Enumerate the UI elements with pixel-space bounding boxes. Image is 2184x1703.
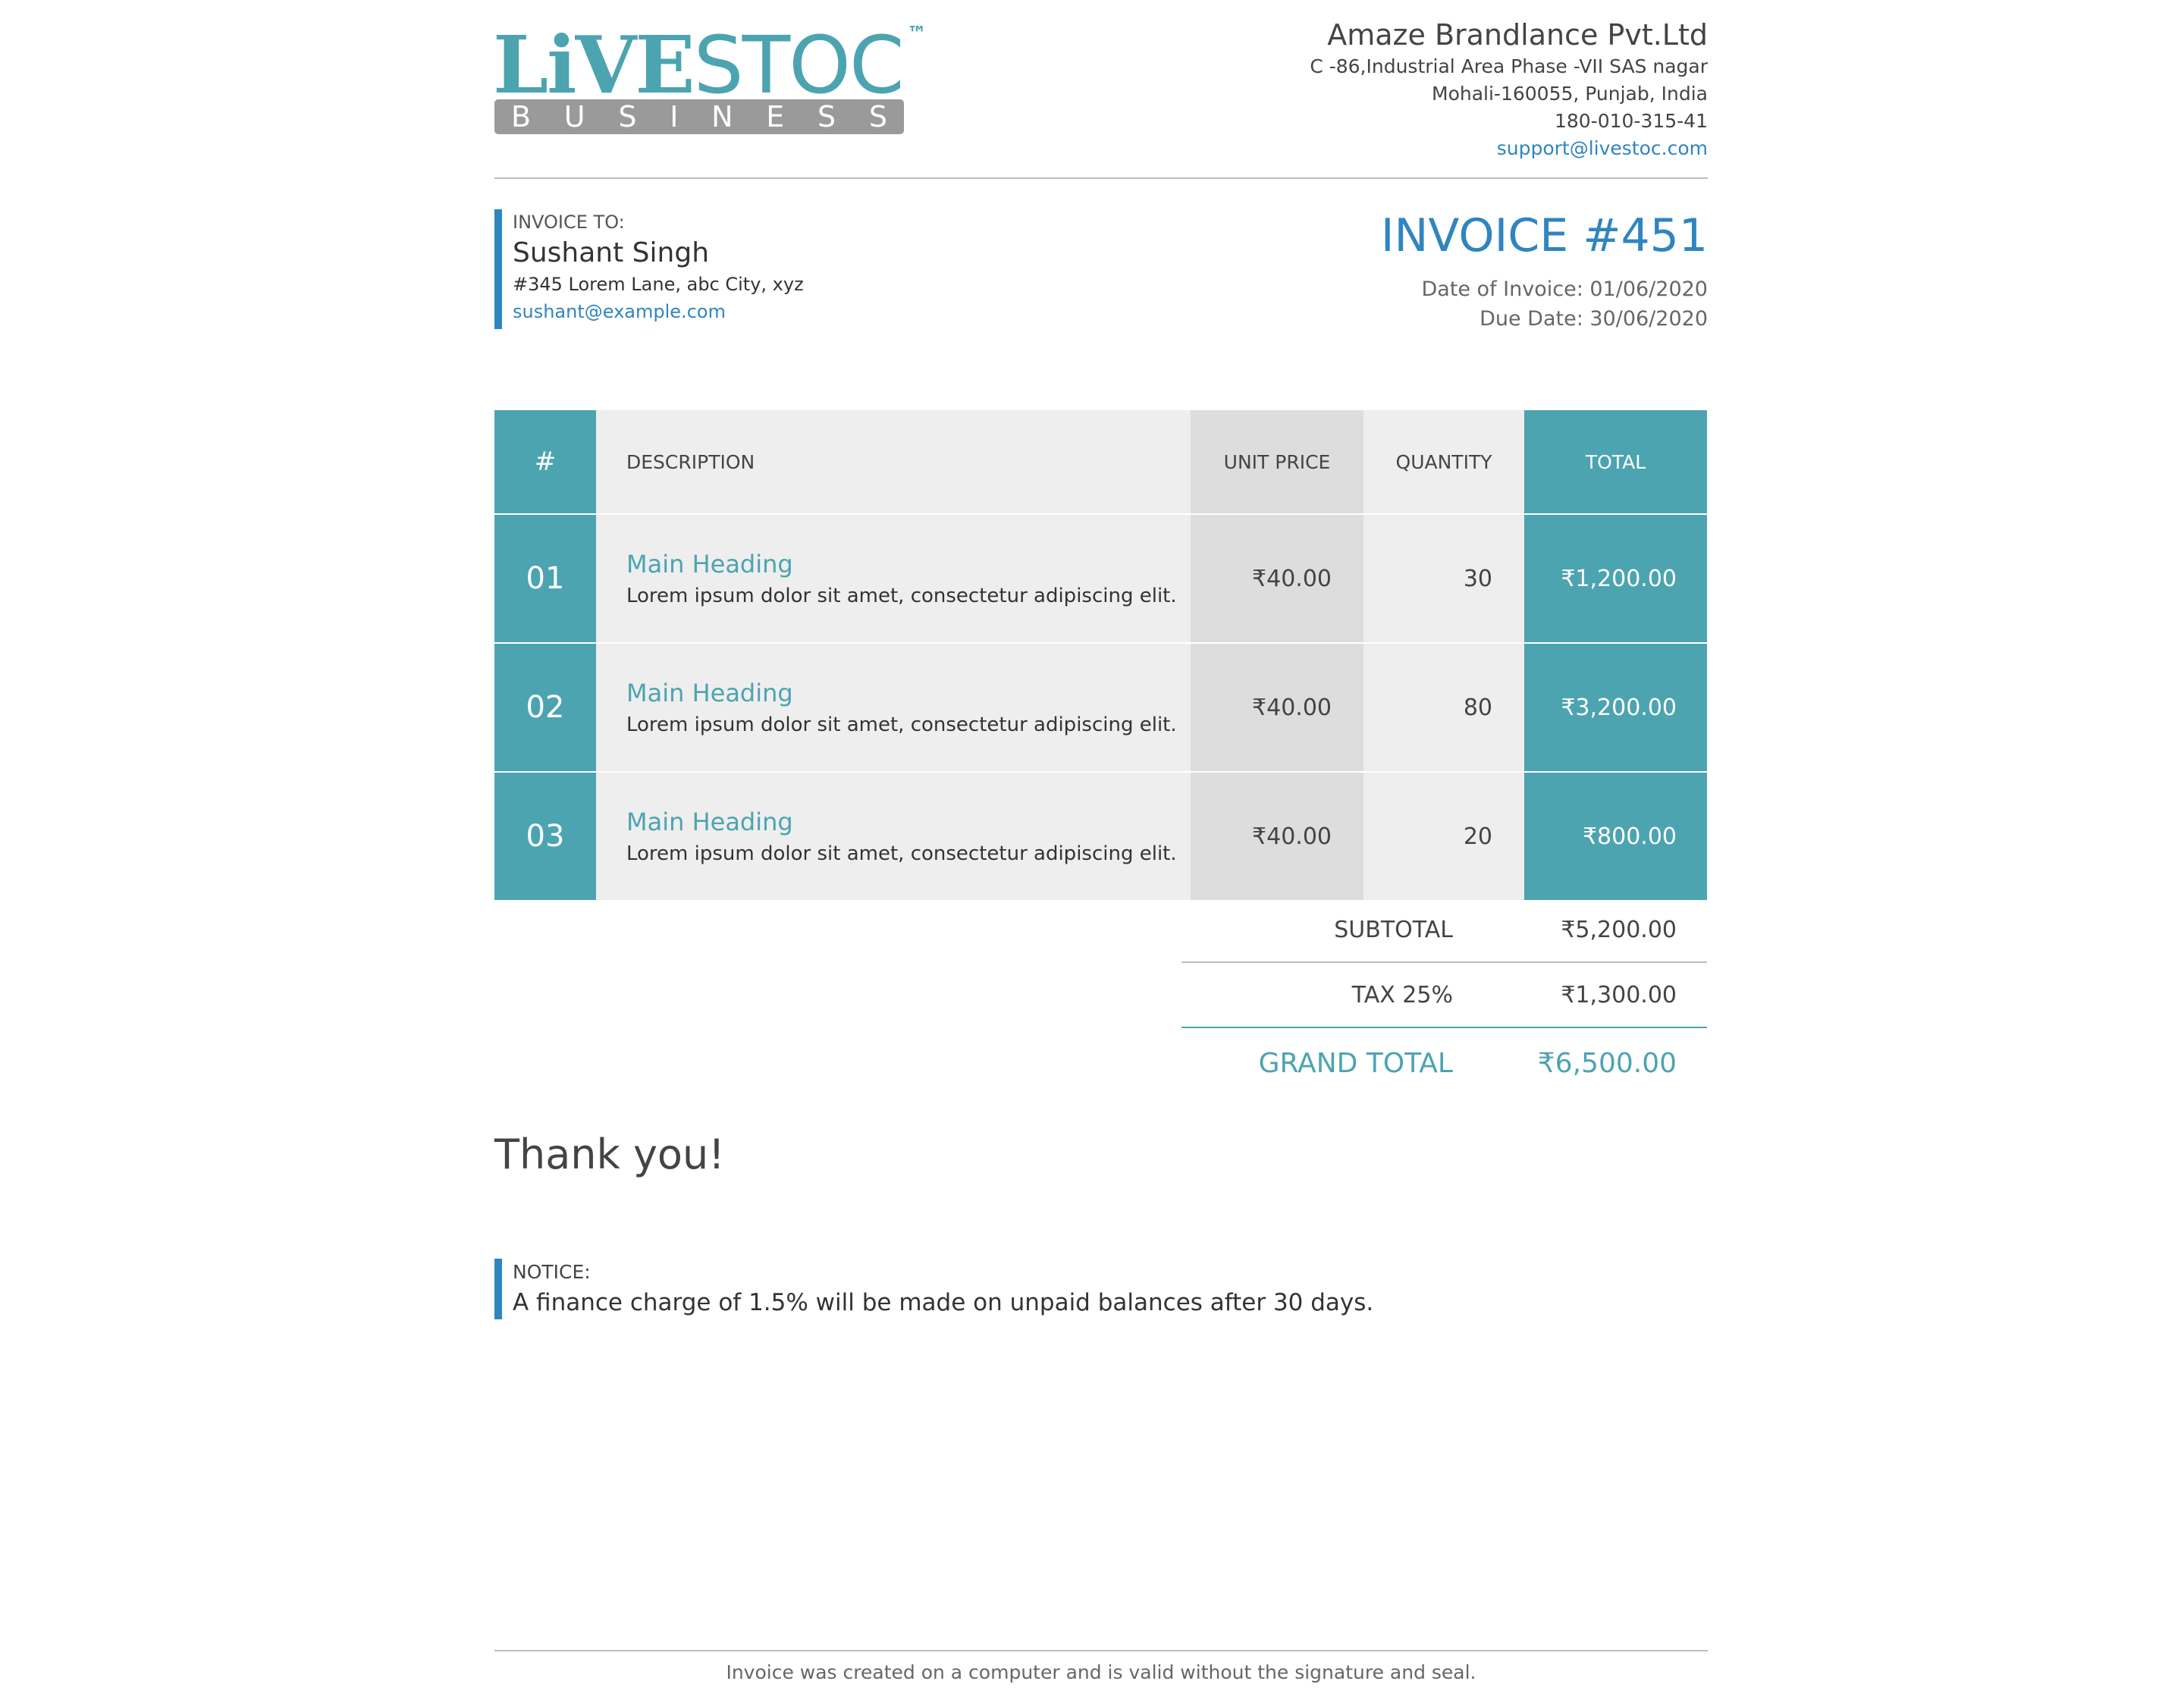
item-text: Lorem ipsum dolor sit amet, consectetur …	[626, 842, 1177, 865]
logo-letter: S	[618, 100, 637, 133]
logo-letter: U	[563, 100, 585, 133]
item-unit-price: ₹40.00	[1191, 515, 1363, 642]
logo-letter: E	[766, 100, 785, 133]
client-address: #345 Lorem Lane, abc City, xyz	[513, 274, 804, 295]
item-unit-price: ₹40.00	[1191, 644, 1363, 771]
thank-you-message: Thank you!	[494, 1131, 725, 1178]
due-date: Due Date: 30/06/2020	[1480, 307, 1708, 331]
logo-letter: B	[511, 100, 532, 133]
client-email-link[interactable]: sushant@example.com	[513, 297, 804, 326]
header-description: DESCRIPTION	[596, 410, 1191, 513]
invoice-dates: Date of Invoice: 01/06/2020 Due Date: 30…	[1421, 274, 1708, 334]
tax-row: TAX 25% ₹1,300.00	[1181, 963, 1707, 1028]
item-heading: Main Heading	[626, 808, 793, 836]
logo-letter: N	[711, 100, 733, 133]
subtotal-row: SUBTOTAL ₹5,200.00	[1181, 898, 1707, 963]
subtotal-value: ₹5,200.00	[1561, 916, 1677, 943]
bill-to-accent	[494, 209, 502, 329]
svg-text:LiVESTOC: LiVESTOC	[493, 20, 903, 103]
item-unit-price: ₹40.00	[1191, 773, 1363, 900]
client-name: Sushant Singh	[513, 237, 710, 268]
table-header-row: # DESCRIPTION UNIT PRICE QUANTITY TOTAL	[494, 410, 1707, 513]
logo-word-part2: STOC	[694, 20, 903, 103]
notice-label: NOTICE:	[513, 1261, 591, 1283]
bill-to-block: INVOICE TO: Sushant Singh #345 Lorem Lan…	[513, 209, 804, 326]
invoice-date: Date of Invoice: 01/06/2020	[1421, 278, 1708, 301]
footer-note: Invoice was created on a computer and is…	[726, 1661, 1476, 1683]
notice-accent	[494, 1259, 502, 1319]
invoice-title: INVOICE #451	[1380, 209, 1708, 262]
item-text: Lorem ipsum dolor sit amet, consectetur …	[626, 585, 1177, 607]
grand-total-row: GRAND TOTAL ₹6,500.00	[1181, 1028, 1707, 1098]
company-address-line2: Mohali-160055, Punjab, India	[1432, 83, 1708, 105]
table-row: 01 Main Heading Lorem ipsum dolor sit am…	[494, 513, 1707, 642]
item-number: 02	[494, 644, 596, 771]
item-heading: Main Heading	[626, 550, 793, 579]
tax-value: ₹1,300.00	[1561, 981, 1677, 1008]
header-unit-price: UNIT PRICE	[1191, 410, 1363, 513]
company-info: Amaze Brandlance Pvt.Ltd C -86,Industria…	[1310, 17, 1708, 162]
item-quantity: 80	[1363, 644, 1524, 771]
item-quantity: 20	[1363, 773, 1524, 900]
grand-total-label: GRAND TOTAL	[1258, 1047, 1453, 1079]
trademark-symbol: ™	[907, 23, 927, 45]
item-description: Main Heading Lorem ipsum dolor sit amet,…	[596, 773, 1191, 900]
item-description: Main Heading Lorem ipsum dolor sit amet,…	[596, 644, 1191, 771]
totals-block: SUBTOTAL ₹5,200.00 TAX 25% ₹1,300.00 GRA…	[1181, 898, 1707, 1098]
item-total: ₹3,200.00	[1524, 644, 1707, 771]
logo-letter: S	[817, 100, 836, 133]
company-name: Amaze Brandlance Pvt.Ltd	[1327, 18, 1708, 52]
table-row: 02 Main Heading Lorem ipsum dolor sit am…	[494, 642, 1707, 771]
item-quantity: 30	[1363, 515, 1524, 642]
item-description: Main Heading Lorem ipsum dolor sit amet,…	[596, 515, 1191, 642]
company-phone: 180-010-315-41	[1554, 110, 1708, 132]
item-total: ₹1,200.00	[1524, 515, 1707, 642]
grand-total-value: ₹6,500.00	[1537, 1047, 1677, 1079]
notice-block: NOTICE: A finance charge of 1.5% will be…	[513, 1259, 1373, 1319]
header-total: TOTAL	[1524, 410, 1707, 513]
header-divider	[494, 177, 1708, 179]
header-quantity: QUANTITY	[1363, 410, 1524, 513]
item-total: ₹800.00	[1524, 773, 1707, 900]
company-address-line1: C -86,Industrial Area Phase -VII SAS nag…	[1310, 55, 1708, 77]
footer-divider	[494, 1650, 1708, 1651]
logo-business-bar: B U S I N E S S	[494, 99, 904, 134]
subtotal-label: SUBTOTAL	[1334, 916, 1453, 943]
invoice-table: # DESCRIPTION UNIT PRICE QUANTITY TOTAL …	[494, 410, 1707, 900]
company-email-link[interactable]: support@livestoc.com	[1310, 135, 1708, 162]
table-row: 03 Main Heading Lorem ipsum dolor sit am…	[494, 771, 1707, 900]
item-text: Lorem ipsum dolor sit amet, consectetur …	[626, 714, 1177, 736]
logo-letter: I	[670, 100, 679, 133]
tax-label: TAX 25%	[1351, 981, 1453, 1008]
item-heading: Main Heading	[626, 679, 793, 707]
notice-text: A finance charge of 1.5% will be made on…	[513, 1289, 1374, 1316]
logo-word-part1: LiVE	[493, 20, 694, 103]
bill-to-label: INVOICE TO:	[513, 212, 625, 233]
item-number: 01	[494, 515, 596, 642]
header-number: #	[494, 410, 596, 513]
item-number: 03	[494, 773, 596, 900]
brand-logo: LiVESTOC	[493, 20, 918, 111]
logo-letter: S	[868, 100, 887, 133]
